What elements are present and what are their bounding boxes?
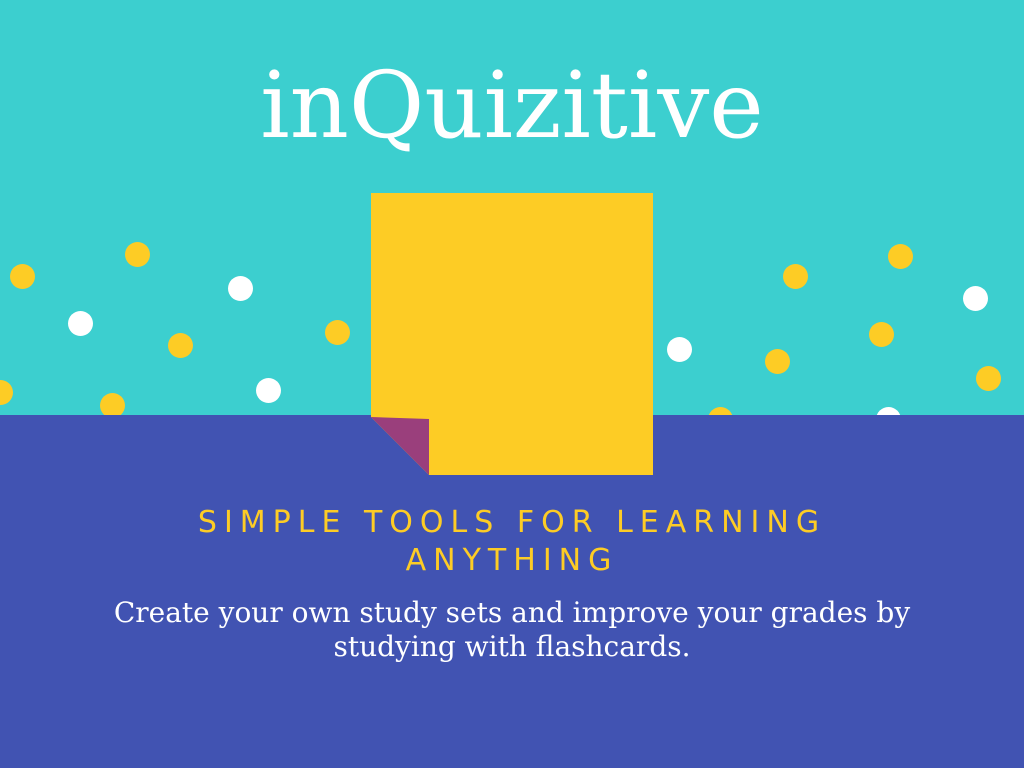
- confetti-dot: [976, 366, 1001, 391]
- confetti-dot: [100, 393, 125, 415]
- confetti-dot: [256, 378, 281, 403]
- confetti-dot: [708, 407, 733, 415]
- tagline: SIMPLE TOOLS FOR LEARNING ANYTHING: [197, 505, 827, 578]
- brand-title: inQuizitive: [260, 52, 764, 159]
- confetti-dot: [869, 322, 894, 347]
- sticky-note-icon: [371, 193, 653, 475]
- confetti-dot: [68, 311, 93, 336]
- confetti-dot: [168, 333, 193, 358]
- confetti-dot: [10, 264, 35, 289]
- description: Create your own study sets and improve y…: [113, 596, 911, 663]
- confetti-dot: [228, 276, 253, 301]
- confetti-dot: [325, 320, 350, 345]
- confetti-dot: [667, 337, 692, 362]
- confetti-dot: [765, 349, 790, 374]
- confetti-dot: [125, 242, 150, 267]
- confetti-dot: [963, 286, 988, 311]
- confetti-dot: [888, 244, 913, 269]
- confetti-dot: [783, 264, 808, 289]
- confetti-dot: [0, 380, 13, 405]
- confetti-dot: [876, 407, 901, 415]
